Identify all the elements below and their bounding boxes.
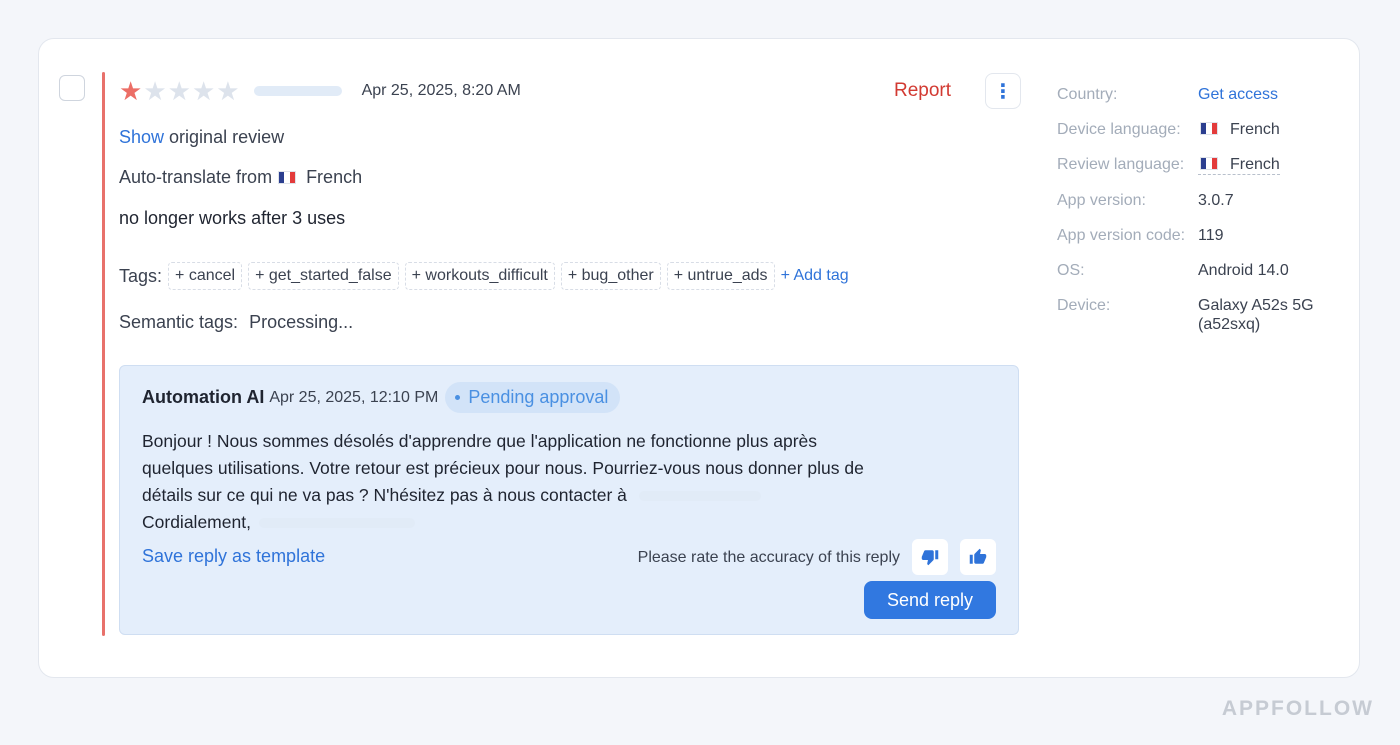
detail-device-language: Device language: French xyxy=(1057,120,1347,139)
auto-translate-language: French xyxy=(306,167,363,187)
status-badge: Pending approval xyxy=(445,382,621,413)
reply-date: Apr 25, 2025, 12:10 PM xyxy=(269,388,439,406)
review-header: ★ ★ ★ ★ ★ Apr 25, 2025, 8:20 AM Report ⋮ xyxy=(119,69,1021,113)
redacted-signature xyxy=(258,518,415,529)
reply-line: Cordialement, xyxy=(142,512,251,532)
star-icon: ★ xyxy=(143,76,167,106)
app-version-value: 3.0.7 xyxy=(1198,192,1234,209)
semantic-tags-row: Semantic tags: Processing... xyxy=(119,312,1021,333)
send-reply-button[interactable]: Send reply xyxy=(864,581,996,619)
detail-value: French xyxy=(1198,120,1280,139)
app-version-code-value: 119 xyxy=(1198,227,1224,244)
detail-app-version-code: App version code: 119 xyxy=(1057,226,1347,245)
thumbs-up-button[interactable] xyxy=(960,539,996,575)
detail-label: Device: xyxy=(1057,297,1111,314)
more-options-button[interactable]: ⋮ xyxy=(985,73,1021,109)
thumbs-down-button[interactable] xyxy=(912,539,948,575)
review-language-selector[interactable]: French xyxy=(1198,155,1280,175)
reply-text[interactable]: Bonjour ! Nous sommes désolés d'apprendr… xyxy=(142,428,942,536)
star-icon: ★ xyxy=(216,76,240,106)
reply-line: détails sur ce qui ne va pas ? N'hésitez… xyxy=(142,485,627,505)
tag-bug-other[interactable]: + bug_other xyxy=(560,262,661,290)
get-access-link[interactable]: Get access xyxy=(1198,85,1278,104)
french-flag-icon xyxy=(1200,122,1218,135)
detail-label: Device language: xyxy=(1057,121,1181,138)
review-checkbox[interactable] xyxy=(59,75,85,101)
appfollow-logo: APPFOLLOW xyxy=(1221,697,1374,720)
tag-get-started-false[interactable]: + get_started_false xyxy=(248,262,399,290)
detail-device: Device: Galaxy A52s 5G (a52sxq) xyxy=(1057,296,1347,334)
detail-label: App version: xyxy=(1057,192,1146,209)
reply-line: quelques utilisations. Votre retour est … xyxy=(142,458,864,478)
review-card: ★ ★ ★ ★ ★ Apr 25, 2025, 8:20 AM Report ⋮… xyxy=(38,38,1360,678)
reply-header: Automation AI Apr 25, 2025, 12:10 PM Pen… xyxy=(142,382,621,413)
semantic-tags-label: Semantic tags: xyxy=(119,312,239,332)
save-template-link[interactable]: Save reply as template xyxy=(142,546,325,567)
reply-author: Automation AI xyxy=(142,387,265,407)
show-original-link[interactable]: Show xyxy=(119,127,164,147)
show-original-row: Show original review xyxy=(119,127,1021,148)
status-dot-icon xyxy=(455,395,461,400)
star-icon: ★ xyxy=(191,76,216,106)
reply-line-with-signature: Cordialement, xyxy=(142,509,942,536)
status-badge-label: Pending approval xyxy=(468,387,609,407)
tag-workouts-difficult[interactable]: + workouts_difficult xyxy=(404,262,555,290)
auto-translate-row: Auto-translate from French xyxy=(119,167,1021,188)
reply-box: Automation AI Apr 25, 2025, 12:10 PM Pen… xyxy=(119,365,1019,635)
report-button[interactable]: Report xyxy=(894,80,951,102)
add-tag-button[interactable]: + Add tag xyxy=(781,267,849,285)
tags-label: Tags: xyxy=(119,265,163,286)
rating-accent-bar xyxy=(102,72,105,636)
star-icon: ★ xyxy=(167,76,191,106)
thumbs-down-icon xyxy=(921,550,939,566)
reply-line-with-email: détails sur ce qui ne va pas ? N'hésitez… xyxy=(142,482,942,509)
review-date: Apr 25, 2025, 8:20 AM xyxy=(361,82,521,99)
more-vertical-icon: ⋮ xyxy=(993,80,1013,103)
device-value: Galaxy A52s 5G (a52sxq) xyxy=(1198,297,1314,333)
detail-country: Country: Get access xyxy=(1057,85,1347,104)
semantic-tags-value: Processing... xyxy=(249,312,354,332)
tag-cancel[interactable]: + cancel xyxy=(168,262,243,290)
detail-review-language: Review language: French xyxy=(1057,155,1347,175)
redacted-author-name xyxy=(253,86,342,96)
review-details-panel: Country: Get access Device language: Fre… xyxy=(1057,85,1347,350)
detail-label: Review language: xyxy=(1057,156,1185,173)
reply-line: Bonjour ! Nous sommes désolés d'apprendr… xyxy=(142,431,818,451)
review-text: no longer works after 3 uses xyxy=(119,208,346,228)
detail-app-version: App version: 3.0.7 xyxy=(1057,191,1347,210)
detail-label: Country: xyxy=(1057,86,1118,103)
review-language-value: French xyxy=(1230,156,1280,173)
french-flag-icon xyxy=(1200,157,1218,170)
tags-row: Tags: + cancel + get_started_false + wor… xyxy=(119,262,1021,290)
redacted-email xyxy=(638,491,761,502)
detail-label: App version code: xyxy=(1057,227,1186,244)
os-value: Android 14.0 xyxy=(1198,262,1289,279)
tag-untrue-ads[interactable]: + untrue_ads xyxy=(666,262,775,290)
french-flag-icon xyxy=(278,171,297,184)
review-section: ★ ★ ★ ★ ★ Apr 25, 2025, 8:20 AM Report ⋮… xyxy=(119,69,1021,333)
device-language-value: French xyxy=(1230,121,1280,138)
detail-label: OS: xyxy=(1057,262,1085,279)
auto-translate-label: Auto-translate from xyxy=(119,167,273,187)
rate-prompt: Please rate the accuracy of this reply xyxy=(637,549,900,566)
detail-os: OS: Android 14.0 xyxy=(1057,261,1347,280)
star-rating: ★ ★ ★ ★ ★ xyxy=(119,78,240,104)
show-original-text: original review xyxy=(169,127,285,147)
star-icon: ★ xyxy=(119,76,143,106)
thumbs-up-icon xyxy=(969,548,987,564)
